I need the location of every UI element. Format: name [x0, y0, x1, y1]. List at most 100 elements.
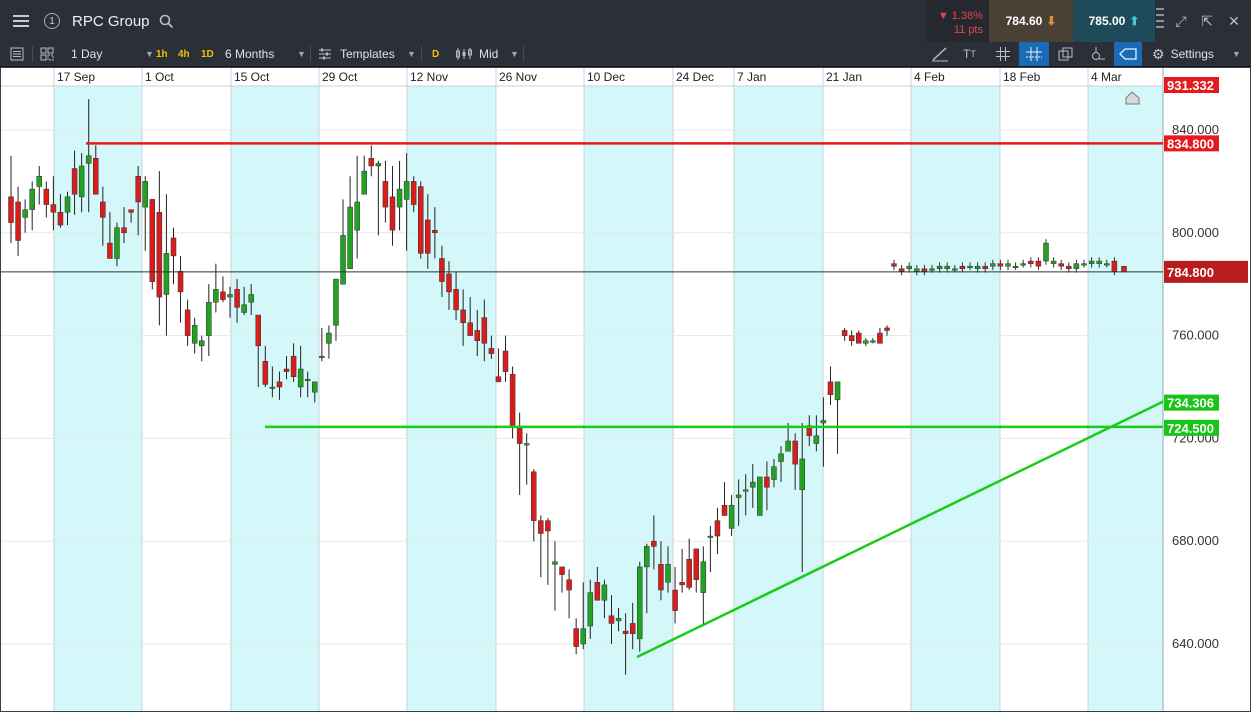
candle-body	[651, 540, 657, 547]
close-icon[interactable]: ✕	[1225, 12, 1243, 30]
candle-body	[43, 188, 50, 205]
list-view-icon[interactable]	[10, 42, 24, 66]
candle-body	[636, 566, 643, 640]
candle-body	[85, 155, 92, 164]
window-number-icon[interactable]: 1	[42, 0, 62, 42]
candle-body	[410, 181, 417, 205]
expand-icon[interactable]: ⤢	[1172, 12, 1190, 30]
templates-label: Templates	[340, 47, 395, 61]
candle-body	[128, 209, 134, 213]
timeframe-1h[interactable]: 1h	[156, 42, 168, 66]
candle-body	[665, 564, 671, 583]
candle-body	[290, 355, 297, 377]
candle-body	[672, 589, 678, 611]
chevron-down-icon[interactable]: ▼	[504, 42, 519, 66]
popout-icon[interactable]: ⇱	[1198, 12, 1216, 30]
candle-body	[170, 237, 177, 257]
grid-icon[interactable]	[996, 42, 1010, 66]
candle-body	[552, 561, 558, 565]
templates-icon[interactable]	[318, 42, 332, 66]
date-label: 4 Mar	[1091, 70, 1122, 84]
range-dropdown[interactable]: 6 Months	[225, 42, 274, 66]
candle-body	[848, 335, 855, 341]
candle-body	[460, 309, 466, 323]
candle-body	[78, 165, 85, 198]
candle-body	[580, 628, 586, 645]
draw-line-icon[interactable]	[931, 42, 949, 66]
buy-price-button[interactable]: 785.00 ⬆	[1073, 0, 1155, 42]
candle-body	[107, 242, 113, 259]
candle-body	[884, 327, 890, 331]
text-tool-icon[interactable]: TT	[963, 42, 976, 66]
chevron-down-icon[interactable]: ▼	[139, 42, 154, 66]
candle-body	[340, 235, 346, 285]
candle-body	[1066, 265, 1072, 270]
chevron-down-icon[interactable]: ▼	[401, 42, 416, 66]
candle-body	[827, 381, 834, 395]
chevron-down-icon[interactable]: ▼	[1226, 42, 1241, 66]
indicator-icon[interactable]	[1090, 42, 1106, 66]
crosshair-toggle-icon[interactable]	[1019, 42, 1049, 66]
tag-toggle-icon[interactable]	[1114, 42, 1142, 66]
time-band	[734, 86, 823, 711]
candle-body	[403, 181, 410, 200]
candle-body	[276, 381, 283, 388]
candle-body	[891, 263, 897, 267]
candle-body	[728, 504, 735, 529]
candle-body	[944, 265, 950, 270]
drag-handle-icon[interactable]	[1156, 8, 1164, 36]
d-badge[interactable]: D	[432, 42, 439, 66]
window-number: 1	[44, 13, 60, 29]
candle-body	[594, 582, 601, 601]
candle-body	[735, 494, 742, 498]
price-chart[interactable]: 17 Sep 1 Oct 15 Oct 29 Oct 12 Nov 26 Nov 10 De…	[0, 67, 1251, 712]
candle-body	[601, 584, 608, 601]
candle-body	[368, 158, 375, 167]
candle-body	[834, 381, 841, 401]
candle-body	[855, 332, 862, 344]
price-type-dropdown[interactable]: Mid	[479, 42, 498, 66]
candle-body	[22, 209, 28, 218]
date-label: 12 Nov	[410, 70, 448, 84]
candlestick-type-icon[interactable]	[455, 42, 473, 66]
candle-body	[29, 188, 35, 210]
interval-dropdown[interactable]: 1 Day	[71, 42, 102, 66]
candle-body	[1020, 263, 1026, 266]
range-label: 6 Months	[225, 47, 275, 61]
timeframe-1d[interactable]: 1D	[201, 42, 214, 66]
timeframe-4h[interactable]: 4h	[178, 42, 190, 66]
chevron-down-icon[interactable]: ▼	[291, 42, 306, 66]
candle-body	[64, 196, 71, 213]
candle-body	[982, 265, 988, 270]
candlestick-chart-svg[interactable]: 17 Sep 1 Oct 15 Oct 29 Oct 12 Nov 26 Nov 10 De…	[1, 68, 1250, 711]
sell-price-button[interactable]: 784.60 ⬇	[989, 0, 1073, 42]
search-icon[interactable]	[156, 0, 176, 42]
buy-arrow-icon: ⬆	[1129, 14, 1140, 28]
price-tick-label: 800.000	[1172, 225, 1219, 240]
change-percent-value: 1.38%	[951, 10, 983, 22]
templates-dropdown[interactable]: Templates	[340, 42, 395, 66]
candle-body	[100, 201, 106, 218]
candle-body	[622, 630, 629, 634]
settings-button[interactable]: ⚙ Settings	[1152, 42, 1214, 66]
candle-body	[8, 196, 14, 223]
candle-body	[93, 158, 99, 195]
hamburger-menu-icon[interactable]	[8, 0, 34, 42]
candle-body	[425, 219, 431, 254]
candle-body	[1111, 260, 1118, 272]
copy-icon[interactable]	[1058, 42, 1073, 66]
settings-label: Settings	[1170, 47, 1214, 61]
support-tag: 724.500	[1167, 421, 1214, 436]
layout-grid-icon[interactable]	[40, 42, 54, 66]
axis-top-tag: 931.332	[1167, 78, 1214, 93]
candle-body	[778, 453, 784, 462]
candle-body	[439, 258, 445, 282]
candle-body	[700, 561, 707, 593]
current-price-tag: 784.800	[1167, 265, 1214, 280]
candle-body	[686, 558, 692, 588]
candle-body	[841, 330, 848, 336]
instrument-title[interactable]: RPC Group	[72, 13, 150, 30]
interval-label: 1 Day	[71, 47, 103, 61]
candle-body	[1050, 260, 1057, 264]
sell-price: 784.60	[1005, 14, 1043, 28]
